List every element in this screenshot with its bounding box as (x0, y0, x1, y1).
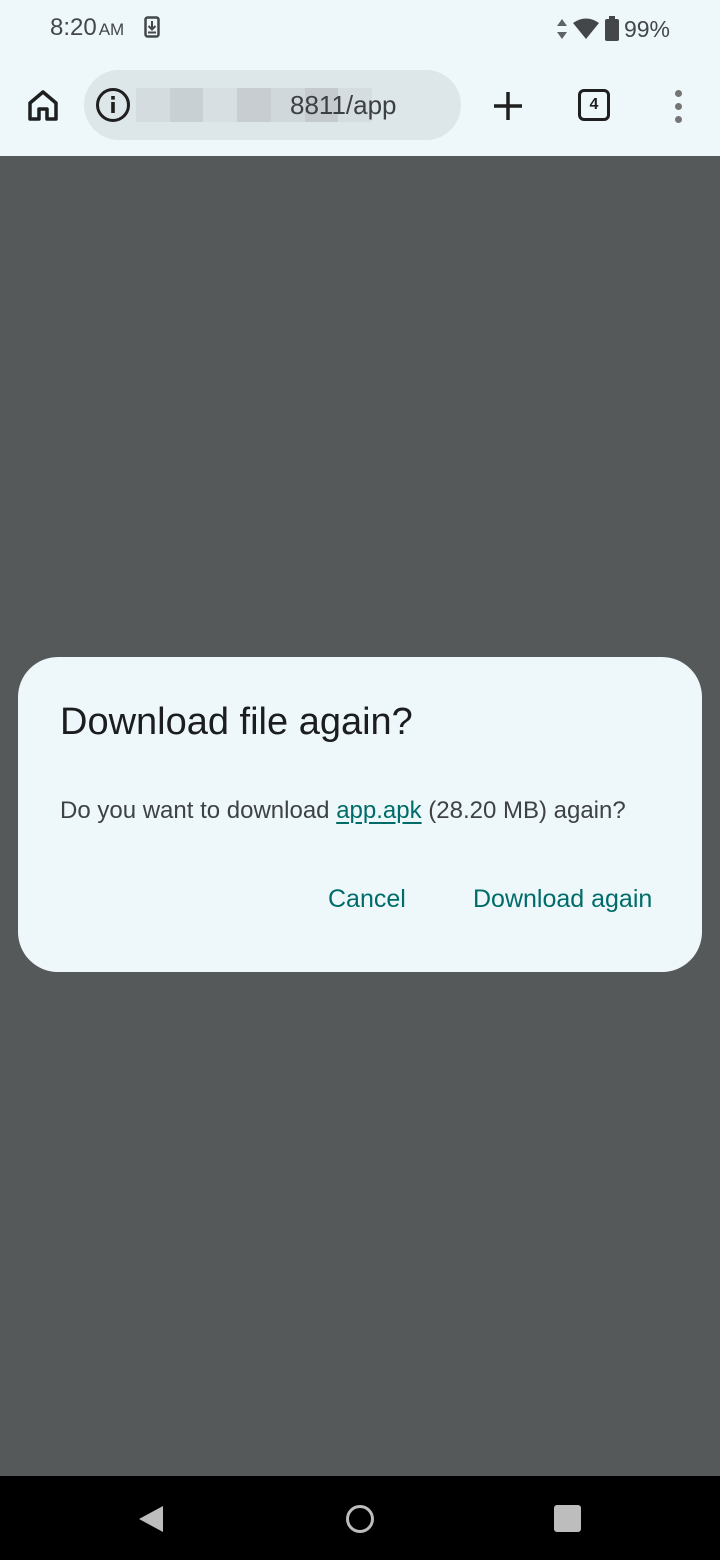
new-tab-button[interactable] (486, 84, 530, 128)
recents-icon[interactable] (554, 1505, 581, 1532)
status-bar: 8:20 AM 99% (0, 0, 720, 58)
battery-icon (604, 16, 619, 41)
status-time-ampm: AM (98, 20, 125, 39)
menu-dot (674, 115, 682, 123)
menu-dot (674, 89, 682, 97)
site-info-icon[interactable] (94, 86, 132, 124)
home-icon (28, 90, 58, 121)
status-right-group: 99% (556, 14, 670, 44)
overflow-menu-icon[interactable] (666, 88, 690, 124)
status-time: 8:20 AM (50, 14, 124, 42)
dialog-message-prefix: Do you want to download (60, 797, 337, 824)
download-again-dialog: Download file again? Do you want to down… (18, 657, 702, 972)
download-indicator-icon (144, 16, 160, 38)
file-name-link[interactable]: app.apk (336, 797, 421, 824)
new-tab-plus-icon (494, 92, 522, 120)
status-time-value: 8:20 (50, 14, 97, 41)
data-arrows-icon (556, 19, 567, 39)
tab-switcher-icon[interactable]: 4 (578, 89, 610, 121)
url-text: 8811/app (290, 90, 397, 120)
home-circle-icon[interactable] (345, 1504, 375, 1534)
dialog-title: Download file again? (60, 701, 413, 743)
address-bar[interactable]: 8811/app (84, 70, 461, 140)
dialog-message: Do you want to download app.apk (28.20 M… (60, 797, 626, 825)
system-nav-bar (0, 1476, 720, 1560)
back-icon[interactable] (136, 1504, 166, 1534)
dialog-message-suffix: (28.20 MB) again? (421, 797, 626, 824)
tab-count: 4 (589, 96, 599, 113)
battery-percent: 99% (623, 15, 670, 42)
cancel-button[interactable]: Cancel (328, 885, 406, 914)
download-again-button[interactable]: Download again (473, 885, 652, 914)
browser-toolbar: 8811/app 4 (0, 58, 720, 156)
wifi-icon (572, 18, 599, 39)
menu-dot (674, 102, 682, 110)
home-button[interactable] (22, 84, 64, 126)
